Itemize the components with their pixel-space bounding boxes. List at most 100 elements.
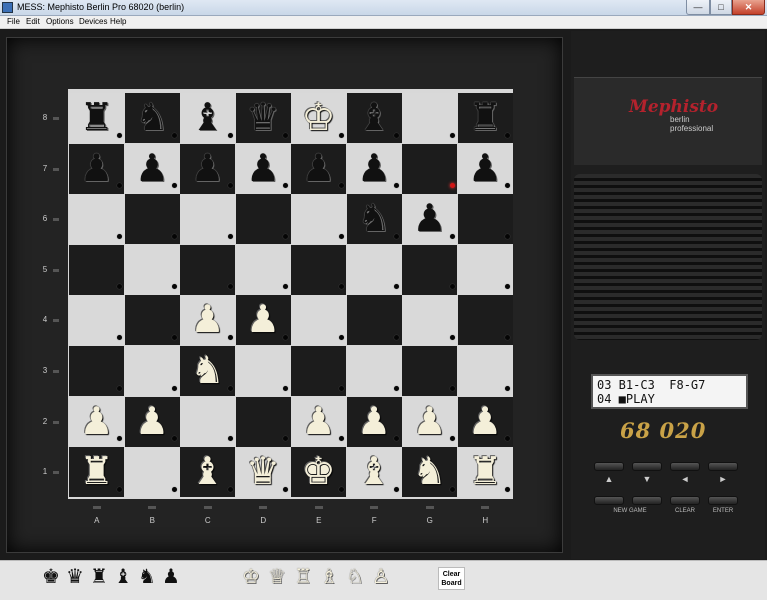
square-led [505,233,510,239]
clear-board-button[interactable]: Clear Board [438,567,465,590]
square-led [505,486,510,492]
square-led [172,233,177,239]
square-a7[interactable]: ♟ [69,143,124,194]
square-g3[interactable] [402,346,457,396]
square-g1[interactable]: ♞ [402,447,457,498]
square-led [283,233,288,239]
square-c7[interactable]: ♟ [180,143,235,194]
square-c2[interactable] [180,396,235,447]
left-key[interactable] [670,462,700,471]
enter-key[interactable] [708,496,738,505]
square-led [116,385,122,391]
square-led [394,335,399,340]
tray-black-pawn-icon[interactable]: ♟ [160,563,182,589]
square-e7[interactable]: ♟ [291,143,346,194]
tray-white-knight-icon[interactable]: ♘ [344,563,366,589]
minimize-button[interactable]: — [686,0,710,15]
square-a6[interactable] [69,194,124,245]
square-e3[interactable] [291,346,346,396]
square-a2[interactable]: ♟ [69,396,124,447]
square-c5[interactable] [180,244,235,295]
tray-black-king-icon[interactable]: ♚ [40,563,62,589]
tray-white-bishop-icon[interactable]: ♗ [318,563,340,589]
tray-black-bishop-icon[interactable]: ♝ [112,563,134,589]
rank-label: 3 [42,366,48,375]
black-bishop-icon[interactable]: ♝ [180,93,235,141]
tray-white-pawn-icon[interactable]: ♙ [370,563,392,589]
right-key[interactable] [708,462,738,471]
square-led [227,183,233,189]
file-label: H [482,516,489,525]
square-g8[interactable] [402,93,457,143]
square-e8[interactable]: ♔ [291,93,346,143]
square-g2[interactable]: ♟ [402,396,457,447]
menu-file[interactable]: File [7,17,20,26]
white-rook-icon[interactable]: ♜ [69,447,124,495]
tray-black-rook-icon[interactable]: ♜ [88,563,110,589]
menu-options[interactable]: Options [46,17,74,26]
square-led [394,486,399,492]
square-c6[interactable] [180,194,235,245]
up-key[interactable] [594,462,624,471]
square-led [172,335,177,340]
square-led [227,436,233,442]
new-game-key-1[interactable] [594,496,624,505]
tray-black-knight-icon[interactable]: ♞ [136,563,158,589]
square-c4[interactable]: ♟ [180,295,235,346]
tray-white-queen-icon[interactable]: ♕ [266,563,288,589]
white-knight-icon[interactable]: ♞ [180,346,235,394]
rank-label: 5 [42,264,48,274]
white-knight-icon[interactable]: ♞ [402,447,457,495]
square-e2[interactable]: ♟ [291,396,346,447]
tray-black-queen-icon[interactable]: ♛ [64,563,86,589]
black-pawn-icon[interactable]: ♟ [402,194,457,242]
white-bishop-icon[interactable]: ♝ [180,447,235,495]
menu-edit[interactable]: Edit [26,17,40,26]
square-g6[interactable]: ♟ [402,194,457,245]
white-pawn-icon[interactable]: ♟ [402,397,457,445]
file-label: F [371,516,377,525]
square-c1[interactable]: ♝ [180,447,235,498]
square-c8[interactable]: ♝ [180,93,235,143]
square-led [449,284,455,290]
black-pawn-icon[interactable]: ♟ [291,144,346,192]
square-led [116,486,122,492]
white-king-icon[interactable]: ♚ [291,447,346,495]
maximize-button[interactable]: □ [710,0,732,15]
black-pawn-icon[interactable]: ♟ [180,144,235,192]
square-a4[interactable] [69,295,124,346]
lcd-line-2: 04 ■PLAY [597,392,655,406]
square-e6[interactable] [291,194,346,245]
file-label: B [149,516,155,525]
app-icon [2,2,13,13]
square-c3[interactable]: ♞ [180,346,235,396]
square-a8[interactable]: ♜ [69,93,124,143]
white-pawn-icon[interactable]: ♟ [69,397,124,445]
square-led [338,132,344,138]
square-a1[interactable]: ♜ [69,447,124,498]
menu-help[interactable]: Help [110,17,126,26]
black-pawn-icon[interactable]: ♟ [69,144,124,192]
black-rook-icon[interactable]: ♜ [69,93,124,141]
square-a3[interactable] [69,346,124,396]
rank-tick [53,319,59,323]
menu-devices[interactable]: Devices [79,17,107,26]
white-pawn-icon[interactable]: ♟ [291,397,346,445]
lcd-line-1: 03 B1-C3 F8-G7 [597,378,706,392]
square-g7[interactable] [402,143,457,194]
square-e1[interactable]: ♚ [291,447,346,498]
square-g4[interactable] [402,295,457,346]
new-game-key-2[interactable] [632,496,662,505]
tray-white-king-icon[interactable]: ♔ [240,563,262,589]
clear-key[interactable] [670,496,700,505]
square-e5[interactable] [291,244,346,295]
square-e4[interactable] [291,295,346,346]
square-g5[interactable] [402,244,457,295]
rank-label: 8 [42,113,48,122]
square-a5[interactable] [69,244,124,295]
down-key[interactable] [632,462,662,471]
white-pawn-icon[interactable]: ♟ [180,295,235,343]
tray-white-rook-icon[interactable]: ♖ [292,563,314,589]
close-button[interactable]: ✕ [732,0,765,15]
white-king-icon[interactable]: ♔ [291,93,346,141]
